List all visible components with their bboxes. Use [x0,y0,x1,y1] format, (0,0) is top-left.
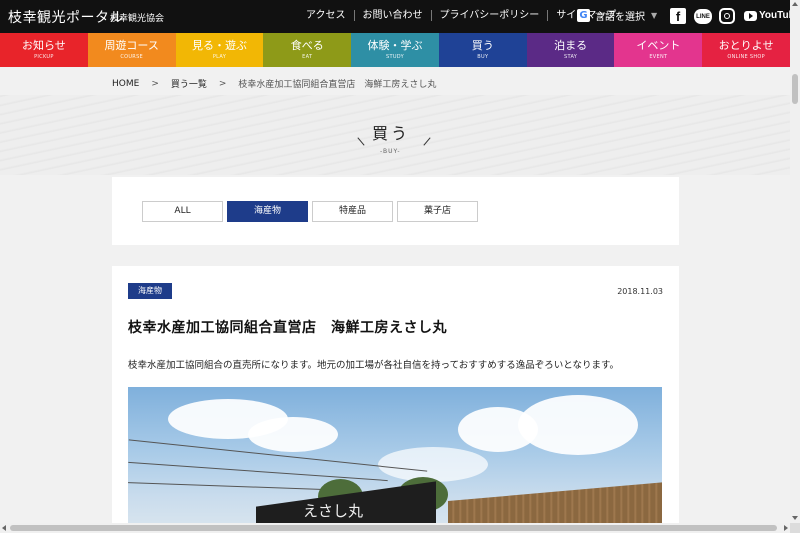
filter-confectionery[interactable]: 菓子店 [397,201,478,222]
nav-label: おとりよせ [718,39,774,52]
page-subtitle: -BUY- [380,148,401,155]
nav-sublabel: ONLINE SHOP [727,54,765,60]
site-subtitle: 枝幸観光協会 [110,14,165,24]
nav-eat[interactable]: 食べる EAT [263,33,352,67]
store-photo: えさし丸 [128,387,662,533]
caret-down-icon: ▼ [651,11,658,20]
filter-specialty[interactable]: 特産品 [312,201,393,222]
nav-label: 買う [471,39,494,52]
breadcrumb-separator: > [151,78,159,89]
nav-pickup[interactable]: お知らせ PICKUP [0,33,88,67]
link-access[interactable]: アクセス [298,10,355,21]
nav-label: イベント [636,39,681,52]
article-description: 枝幸水産加工協同組合の直売所になります。地元の加工場が各社自信を持っておすすめす… [128,360,620,371]
nav-label: 周遊コース [104,39,159,52]
site-title[interactable]: 枝幸観光ポータル [8,7,124,27]
nav-stay[interactable]: 泊まる STAY [526,33,615,67]
article-title: 枝幸水産加工協同組合直営店 海鮮工房えさし丸 [128,320,447,336]
nav-label: 体験・学ぶ [367,39,423,52]
nav-label: 食べる [290,39,324,52]
breadcrumb-separator: > [218,78,227,89]
nav-sublabel: EVENT [649,54,668,60]
horizontal-scrollbar[interactable] [0,523,790,533]
scrollbar-corner [790,523,800,533]
top-bar: 枝幸観光ポータル 枝幸観光協会 アクセス お問い合わせ プライバシーポリシー サ… [0,0,800,33]
instagram-icon[interactable] [719,8,735,24]
nav-study[interactable]: 体験・学ぶ STUDY [351,33,439,67]
nav-sublabel: COURSE [120,54,144,60]
nav-course[interactable]: 周遊コース COURSE [87,33,176,67]
language-selector[interactable]: G 言語を選択 ▼ [577,8,657,23]
link-privacy[interactable]: プライバシーポリシー [432,10,549,21]
nav-sublabel: STAY [564,54,578,60]
page-title: 買う [372,124,411,143]
nav-sublabel: PLAY [212,54,227,60]
youtube-play-icon [744,10,757,21]
breadcrumb: HOME > 買う一覧 > 枝幸水産加工協同組合直営店 海鮮工房えさし丸 [112,77,437,91]
nav-label: お知らせ [22,39,66,52]
header-links: アクセス お問い合わせ プライバシーポリシー サイトマップ [298,10,624,21]
nav-label: 見る・遊ぶ [191,39,247,52]
nav-sublabel: PICKUP [34,54,54,60]
nav-play[interactable]: 見る・遊ぶ PLAY [175,33,264,67]
scroll-left-icon[interactable] [2,525,6,531]
link-contact[interactable]: お問い合わせ [355,10,432,21]
category-badge[interactable]: 海産物 [128,283,172,299]
nav-sublabel: EAT [302,54,313,60]
google-translate-icon: G [577,9,590,22]
scroll-up-icon[interactable] [792,2,798,6]
filter-panel: ALL 海産物 特産品 菓子店 [112,177,679,245]
main-nav: お知らせ PICKUP 周遊コース COURSE 見る・遊ぶ PLAY 食べる … [0,33,791,67]
vertical-scrollbar[interactable] [790,0,800,523]
nav-event[interactable]: イベント EVENT [614,33,703,67]
breadcrumb-home[interactable]: HOME [112,79,139,89]
line-icon[interactable]: LINE [694,9,712,24]
article-card: 海産物 2018.11.03 枝幸水産加工協同組合直営店 海鮮工房えさし丸 枝幸… [112,266,679,533]
breadcrumb-current: 枝幸水産加工協同組合直営店 海鮮工房えさし丸 [238,80,437,90]
store-sign-text: えさし丸 [303,502,364,520]
nav-sublabel: BUY [477,54,489,60]
nav-sublabel: STUDY [386,54,405,60]
language-label: 言語を選択 [595,12,645,23]
filter-all[interactable]: ALL [142,201,223,222]
scroll-thumb[interactable] [10,525,777,531]
scroll-thumb[interactable] [792,74,798,104]
facebook-icon[interactable]: f [670,8,686,24]
filter-seafood[interactable]: 海産物 [227,201,308,222]
nav-buy[interactable]: 買う BUY [438,33,527,67]
scroll-down-icon[interactable] [792,516,798,520]
nav-online-shop[interactable]: おとりよせ ONLINE SHOP [702,33,791,67]
post-date: 2018.11.03 [617,287,663,296]
breadcrumb-category[interactable]: 買う一覧 [171,77,207,90]
nav-label: 泊まる [554,39,588,52]
scroll-right-icon[interactable] [784,525,788,531]
